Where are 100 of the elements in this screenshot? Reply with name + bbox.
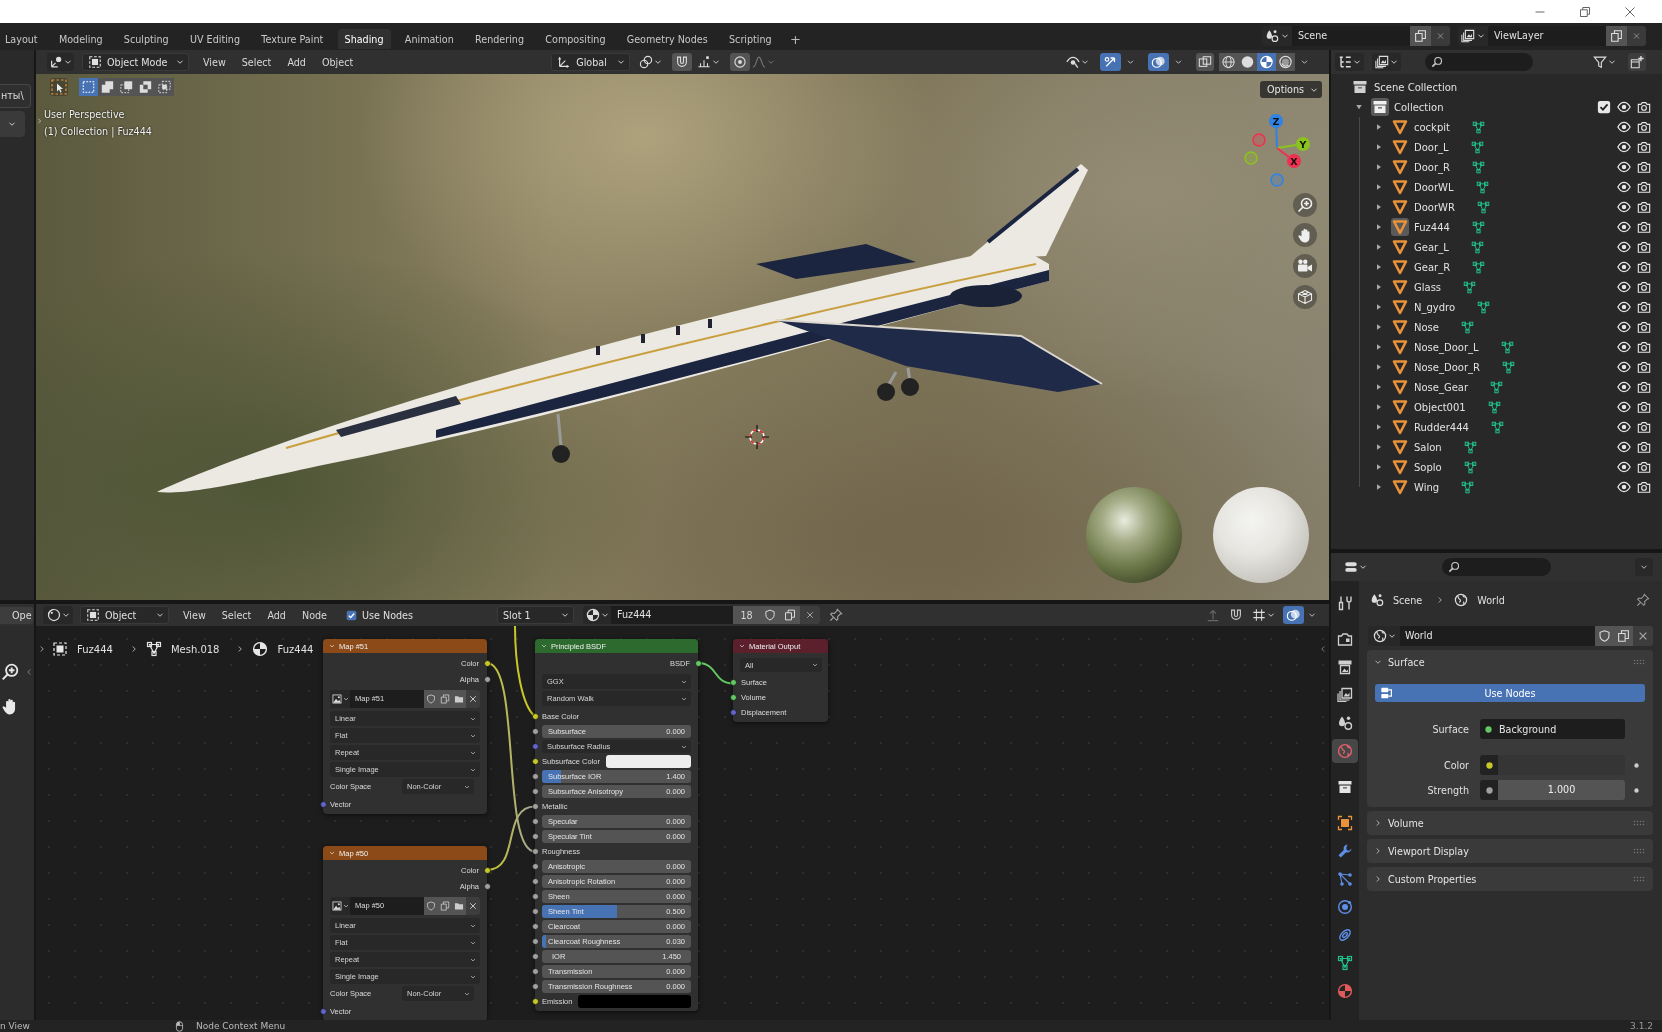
section-title[interactable]: Surface bbox=[1388, 656, 1425, 668]
world-name-field[interactable]: World bbox=[1400, 626, 1595, 646]
node-link[interactable] bbox=[514, 626, 536, 718]
search-field[interactable] bbox=[1442, 558, 1551, 576]
scene-name-field[interactable]: Scene bbox=[1292, 26, 1410, 46]
socket-dot-icon[interactable] bbox=[531, 788, 539, 795]
workspace-tab[interactable]: Animation bbox=[397, 29, 461, 49]
keyframe-dot-icon[interactable] bbox=[1634, 762, 1639, 768]
snap-grid-button[interactable] bbox=[1250, 606, 1277, 624]
mesh-data-icon[interactable] bbox=[1500, 340, 1514, 354]
outliner-item-label[interactable]: Soplo bbox=[1414, 461, 1442, 473]
outliner-item-label[interactable]: Door_R bbox=[1414, 161, 1450, 173]
camera-icon[interactable] bbox=[1637, 160, 1651, 174]
mesh-object-icon[interactable] bbox=[1391, 358, 1409, 376]
image-browse-button[interactable] bbox=[330, 690, 350, 708]
socket-dot-icon[interactable] bbox=[531, 863, 539, 870]
outliner-item-label[interactable]: Rudder444 bbox=[1414, 421, 1469, 433]
drag-handle-icon[interactable] bbox=[1633, 820, 1645, 826]
outliner-item-label[interactable]: DoorWR bbox=[1414, 201, 1455, 213]
expand-arrow-icon[interactable] bbox=[1375, 283, 1383, 291]
socket-dot-icon[interactable] bbox=[531, 743, 539, 750]
outliner-item-label[interactable]: Nose_Gear bbox=[1414, 381, 1469, 393]
socket-dot-icon[interactable] bbox=[531, 833, 539, 840]
menu-item[interactable]: Add bbox=[279, 53, 314, 71]
camera-icon[interactable] bbox=[1637, 320, 1651, 334]
socket-dot-icon[interactable] bbox=[729, 694, 737, 701]
breadcrumb-label[interactable]: Mesh.018 bbox=[170, 643, 220, 655]
socket-dot-icon[interactable] bbox=[531, 953, 539, 960]
use-nodes-checkbox[interactable]: Use Nodes bbox=[346, 609, 414, 621]
eye-icon[interactable] bbox=[1617, 340, 1631, 354]
editor-type-button[interactable] bbox=[47, 53, 74, 71]
dashed-square-icon[interactable] bbox=[79, 78, 98, 96]
outliner-item-label[interactable]: Gear_R bbox=[1414, 261, 1451, 273]
proportional-icon[interactable] bbox=[730, 53, 751, 71]
material-name-field[interactable]: Fuz444 bbox=[611, 606, 734, 624]
workspace-tab[interactable]: Rendering bbox=[468, 29, 532, 49]
camera-icon[interactable] bbox=[1637, 480, 1651, 494]
mesh-object-icon[interactable] bbox=[1391, 418, 1409, 436]
close-icon[interactable] bbox=[1633, 626, 1653, 646]
camera-icon[interactable] bbox=[1637, 380, 1651, 394]
breadcrumb-label[interactable]: Scene bbox=[1393, 594, 1423, 606]
video-camera-icon[interactable] bbox=[1293, 254, 1317, 278]
view-layer-name-field[interactable]: ViewLayer bbox=[1488, 26, 1606, 46]
mode-dropdown[interactable]: Object Mode bbox=[82, 53, 189, 71]
expand-arrow-icon[interactable] bbox=[1375, 423, 1383, 431]
invert-squares-icon[interactable] bbox=[136, 78, 155, 96]
mesh-object-icon[interactable] bbox=[1391, 398, 1409, 416]
shaded-sphere-icon[interactable] bbox=[1276, 53, 1295, 71]
drag-handle-icon[interactable] bbox=[1633, 659, 1645, 665]
chevron-left-icon[interactable] bbox=[25, 667, 33, 677]
copy-icon[interactable] bbox=[438, 690, 452, 708]
restore-icon[interactable] bbox=[1579, 5, 1591, 18]
zoom-icon[interactable] bbox=[0, 662, 20, 682]
workspace-tab[interactable]: Modeling bbox=[51, 29, 110, 49]
workspace-tab[interactable]: Sculpting bbox=[116, 29, 176, 49]
slot-dropdown[interactable]: Slot 1 bbox=[497, 606, 575, 624]
shield-icon[interactable] bbox=[424, 897, 438, 915]
expand-arrow-icon[interactable] bbox=[1375, 143, 1383, 151]
eye-icon[interactable] bbox=[1617, 120, 1631, 134]
drag-handle-icon[interactable] bbox=[1633, 848, 1645, 854]
solid-sphere-icon[interactable] bbox=[1238, 53, 1257, 71]
close-icon[interactable] bbox=[1624, 5, 1636, 18]
copy-icon[interactable] bbox=[1606, 26, 1627, 46]
expand-arrow-icon[interactable] bbox=[1375, 183, 1383, 191]
shield-icon[interactable] bbox=[1595, 626, 1614, 646]
outliner-item-label[interactable]: Nose bbox=[1414, 321, 1439, 333]
eye-icon[interactable] bbox=[1617, 440, 1631, 454]
mesh-object-icon[interactable] bbox=[1391, 218, 1409, 236]
eye-icon[interactable] bbox=[1617, 220, 1631, 234]
socket-dot-icon[interactable] bbox=[483, 675, 491, 683]
user-count-button[interactable]: 18 bbox=[733, 606, 761, 624]
collapse-icon[interactable] bbox=[329, 643, 335, 649]
menu-item[interactable]: View bbox=[175, 606, 214, 624]
socket-dot-icon[interactable] bbox=[319, 1008, 327, 1015]
outliner-item-label[interactable]: N_gydro bbox=[1414, 301, 1456, 313]
folder-icon[interactable] bbox=[452, 690, 466, 708]
mesh-data-icon[interactable] bbox=[1472, 160, 1485, 174]
mesh-object-icon[interactable] bbox=[1391, 338, 1409, 356]
mesh-object-icon[interactable] bbox=[1391, 298, 1409, 316]
breadcrumb-label[interactable]: Fuz444 bbox=[277, 643, 314, 655]
mesh-data-icon[interactable] bbox=[1461, 480, 1475, 494]
mesh-object-icon[interactable] bbox=[1391, 318, 1409, 336]
mesh-data-icon[interactable] bbox=[1471, 220, 1485, 234]
eye-icon[interactable] bbox=[1617, 300, 1631, 314]
section-title[interactable]: Viewport Display bbox=[1388, 845, 1469, 857]
mesh-data-icon[interactable] bbox=[1487, 400, 1501, 414]
color-swatch[interactable] bbox=[578, 995, 691, 1008]
world-browse-button[interactable] bbox=[1368, 626, 1400, 646]
socket-dot-icon[interactable] bbox=[531, 848, 539, 855]
close-icon[interactable] bbox=[466, 897, 480, 915]
overlay-icon[interactable] bbox=[1148, 53, 1169, 71]
eye-icon[interactable] bbox=[1617, 400, 1631, 414]
chevron-right-icon[interactable] bbox=[38, 644, 46, 654]
path-field[interactable]: нты\ bbox=[0, 84, 31, 108]
mesh-data-icon[interactable] bbox=[1463, 460, 1477, 474]
display-mode-button[interactable] bbox=[1335, 53, 1364, 71]
socket-dot-icon[interactable] bbox=[531, 893, 539, 900]
close-icon[interactable] bbox=[466, 690, 480, 708]
socket-dot-icon[interactable] bbox=[531, 773, 539, 780]
magnet-icon[interactable] bbox=[672, 53, 693, 71]
